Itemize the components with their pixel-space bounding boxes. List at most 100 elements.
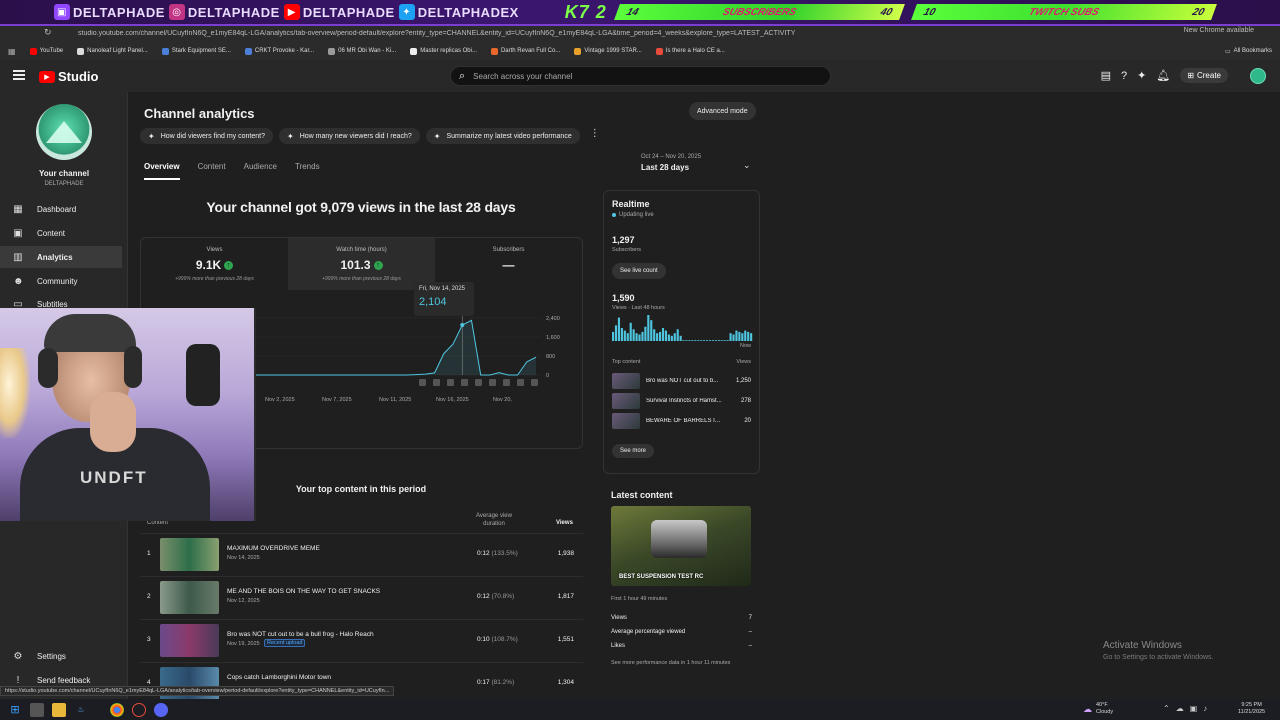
tab-content[interactable]: Content	[198, 162, 226, 180]
realtime-bar[interactable]	[691, 340, 694, 341]
chevron-down-icon[interactable]: ⌄	[743, 160, 751, 171]
realtime-bar[interactable]	[644, 326, 647, 341]
realtime-bar[interactable]	[708, 340, 712, 341]
row-title[interactable]: MAXIMUM OVERDRIVE MEME	[227, 545, 320, 552]
url-text[interactable]: studio.youtube.com/channel/UCuyfInN6Q_e1…	[78, 30, 795, 37]
all-bookmarks[interactable]: ▭ All Bookmarks	[1225, 48, 1272, 55]
see-more-button[interactable]: See more	[612, 444, 655, 458]
realtime-bar[interactable]	[629, 322, 632, 341]
all-bookmarks-label[interactable]: All Bookmarks	[1234, 48, 1272, 54]
upload-marker[interactable]	[419, 379, 426, 386]
realtime-bar[interactable]	[694, 340, 697, 341]
realtime-bar[interactable]	[641, 331, 644, 341]
notifications-icon[interactable]: 🔔︎	[1156, 69, 1170, 82]
realtime-content-row[interactable]: Bro was NOT cut out to b... 1,250	[612, 371, 751, 391]
upload-marker[interactable]	[447, 379, 454, 386]
bookmark-item[interactable]: Darth Revan Full Co...	[490, 47, 560, 55]
upload-marker[interactable]	[489, 379, 496, 386]
upload-marker[interactable]	[461, 379, 468, 386]
realtime-bar[interactable]	[661, 328, 665, 341]
data-point[interactable]	[460, 323, 465, 328]
realtime-bar[interactable]	[723, 340, 726, 341]
realtime-bar[interactable]	[614, 325, 618, 341]
upload-marker[interactable]	[475, 379, 482, 386]
realtime-bar[interactable]	[635, 333, 638, 341]
col-avd[interactable]: Average view duration	[470, 512, 518, 528]
bookmark-item[interactable]: Nanoleaf Light Panel...	[77, 47, 148, 55]
realtime-bar[interactable]	[706, 340, 709, 341]
row-title[interactable]: ME AND THE BOIS ON THE WAY TO GET SNACKS	[227, 588, 380, 595]
bookmark-label[interactable]: Is there a Halo CE a...	[666, 48, 725, 54]
latest-video-thumbnail[interactable]: BEST SUSPENSION TEST RC	[611, 506, 751, 586]
upload-marker[interactable]	[531, 379, 538, 386]
realtime-bar[interactable]	[726, 340, 729, 341]
realtime-bar[interactable]	[612, 331, 615, 341]
bookmark-item[interactable]: CRKT Provoke - Kar...	[244, 47, 314, 55]
file-explorer-icon[interactable]	[52, 702, 66, 717]
realtime-bar[interactable]	[735, 330, 738, 341]
bookmark-label[interactable]: CRKT Provoke - Kar...	[255, 48, 314, 54]
realtime-bar[interactable]	[679, 335, 682, 341]
realtime-bar-chart[interactable]	[612, 313, 753, 343]
row-title[interactable]: Cops catch Lamborghini Motor town	[227, 674, 331, 681]
weather-widget[interactable]: ☁ 40°F Cloudy	[1083, 702, 1113, 716]
bookmark-label[interactable]: 06 MR Obi Wan - Ki...	[338, 48, 396, 54]
bookmark-label[interactable]: Master replicas Obi...	[420, 48, 477, 54]
create-button[interactable]: ⊞ Create	[1180, 68, 1228, 83]
task-view-icon[interactable]	[30, 702, 44, 717]
table-row[interactable]: 3 Bro was NOT cut out to be a bull frog …	[140, 619, 583, 661]
table-row[interactable]: 1 MAXIMUM OVERDRIVE MEME Nov 14, 2025 0:…	[140, 533, 583, 575]
realtime-bar[interactable]	[720, 340, 723, 341]
update-label[interactable]: New Chrome available	[1184, 27, 1254, 34]
upload-marker[interactable]	[517, 379, 524, 386]
upload-marker[interactable]	[503, 379, 510, 386]
system-tray[interactable]: ⌃☁▣♪	[1163, 704, 1213, 713]
realtime-bar[interactable]	[732, 334, 735, 342]
realtime-bar[interactable]	[685, 340, 688, 341]
realtime-bar[interactable]	[729, 333, 732, 341]
tab-trends[interactable]: Trends	[295, 162, 320, 180]
bookmark-item[interactable]: Vintage 1999 STAR...	[574, 47, 642, 55]
bookmark-item[interactable]: Is there a Halo CE a...	[655, 47, 725, 55]
bookmark-item[interactable]: Stark Equipment SE...	[161, 47, 231, 55]
chrome-icon[interactable]	[110, 702, 124, 717]
realtime-bar[interactable]	[650, 320, 653, 341]
steam-icon[interactable]: ♨	[74, 703, 88, 717]
reload-icon[interactable]: ↻	[44, 27, 52, 38]
realtime-bar[interactable]	[703, 340, 706, 341]
sidebar-item-dashboard[interactable]: ▦ Dashboard	[0, 198, 122, 220]
sidebar-item-community[interactable]: ☻ Community	[0, 270, 122, 292]
realtime-bar[interactable]	[670, 335, 673, 341]
windows-start-icon[interactable]: ⊞	[8, 703, 22, 717]
realtime-bar[interactable]	[623, 330, 626, 341]
realtime-bar[interactable]	[738, 331, 741, 341]
bookmark-item[interactable]: Master replicas Obi...	[410, 47, 477, 55]
date-range-selector[interactable]: Oct 24 – Nov 20, 2025 Last 28 days	[641, 154, 701, 172]
messages-icon[interactable]: ▤	[1101, 69, 1111, 82]
realtime-bar[interactable]	[717, 340, 720, 341]
bookmark-label[interactable]: Vintage 1999 STAR...	[584, 48, 641, 54]
tab-overview[interactable]: Overview	[144, 162, 180, 180]
col-views[interactable]: Views	[556, 520, 573, 526]
advanced-mode-button[interactable]: Advanced mode	[689, 102, 756, 120]
realtime-bar[interactable]	[673, 333, 676, 341]
realtime-bar[interactable]	[700, 340, 703, 341]
search-input[interactable]: Search across your channel	[473, 72, 572, 81]
tab-audience[interactable]: Audience	[244, 162, 277, 180]
realtime-bar[interactable]	[688, 340, 691, 341]
help-icon[interactable]: ?	[1121, 70, 1127, 82]
address-bar[interactable]: ↻ studio.youtube.com/channel/UCuyfInN6Q_…	[0, 26, 1280, 40]
realtime-content-row[interactable]: Survival Instincts of Hamst... 278	[612, 391, 751, 411]
bookmark-label[interactable]: Darth Revan Full Co...	[501, 48, 560, 54]
realtime-bar[interactable]	[682, 340, 685, 341]
realtime-bar[interactable]	[647, 315, 650, 341]
suggestion-chip[interactable]: ✦ How many new viewers did I reach?	[278, 128, 420, 144]
realtime-bar[interactable]	[664, 330, 668, 341]
realtime-bar[interactable]	[744, 330, 747, 341]
realtime-bar[interactable]	[750, 333, 753, 341]
discord-icon[interactable]	[154, 702, 168, 717]
apps-icon[interactable]: ▦	[8, 47, 16, 56]
realtime-content-row[interactable]: BEWARE OF BARRELS IN DA... 20	[612, 411, 751, 431]
suggestion-chip[interactable]: ✦ How did viewers find my content?	[140, 128, 273, 144]
bookmark-label[interactable]: Nanoleaf Light Panel...	[87, 48, 148, 54]
